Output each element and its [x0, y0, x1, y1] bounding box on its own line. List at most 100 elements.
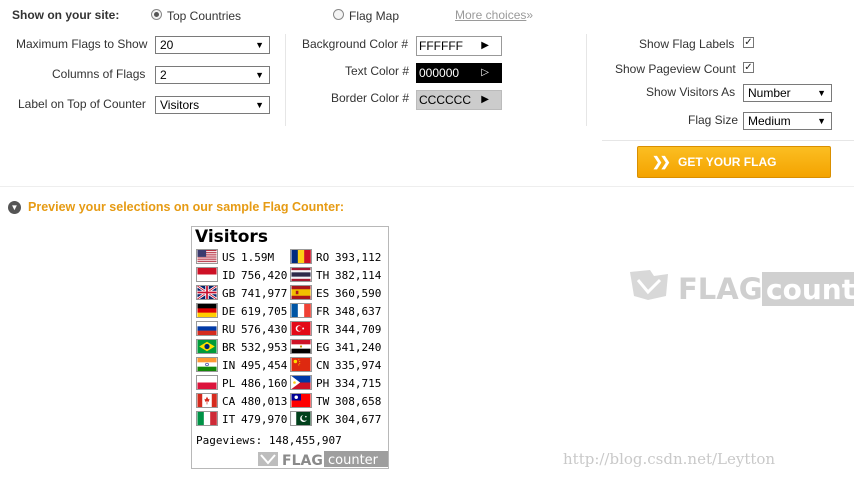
play-arrow-icon[interactable]: ▶	[481, 91, 489, 109]
text-color-input[interactable]: 000000 ▷	[416, 63, 502, 83]
country-code: TR	[316, 323, 330, 336]
country-row: IT 479,970	[196, 411, 291, 429]
preview-title: Preview your selections on our sample Fl…	[28, 200, 345, 214]
svg-text:counter: counter	[328, 453, 379, 467]
fr-flag-icon	[290, 303, 312, 318]
widget-title: Visitors	[195, 227, 268, 247]
es-flag-icon	[290, 285, 312, 300]
country-code: GB	[222, 287, 236, 300]
border-color-label: Border Color #	[331, 91, 410, 105]
border-color-input[interactable]: CCCCCC ▶	[416, 90, 502, 110]
column-divider	[285, 34, 286, 126]
country-row: TW 308,658	[290, 393, 385, 411]
country-count: 1.59M	[241, 251, 275, 264]
tw-flag-icon	[290, 393, 312, 408]
radio-flag-map-label[interactable]: Flag Map	[349, 9, 399, 23]
country-row: DE 619,705	[196, 303, 291, 321]
play-arrow-icon[interactable]: ▷	[481, 64, 489, 82]
show-on-site-label: Show on your site:	[12, 8, 120, 22]
country-code: CA	[222, 395, 236, 408]
ru-flag-icon	[196, 321, 218, 336]
country-count: 304,677	[335, 413, 382, 426]
id-flag-icon	[196, 267, 218, 282]
country-code: BR	[222, 341, 236, 354]
country-row: ID 756,420	[196, 267, 291, 285]
country-row: GB 741,977	[196, 285, 291, 303]
country-code: RU	[222, 323, 236, 336]
country-code: TH	[316, 269, 330, 282]
columns-select[interactable]: 2 ▼	[155, 66, 270, 84]
bg-color-label: Background Color #	[302, 37, 409, 51]
radio-top-countries-label[interactable]: Top Countries	[167, 9, 241, 23]
de-flag-icon	[196, 303, 218, 318]
flag-counter-watermark-logo: FLAG counte	[630, 270, 854, 306]
country-row: CA 480,013	[196, 393, 291, 411]
it-flag-icon	[196, 411, 218, 426]
chevron-down-icon: ▼	[255, 70, 264, 80]
radio-top-countries[interactable]	[151, 9, 162, 20]
country-row: RU 576,430	[196, 321, 291, 339]
bg-color-input[interactable]: FFFFFF ▶	[416, 36, 502, 56]
cn-flag-icon	[290, 357, 312, 372]
country-row: PK 304,677	[290, 411, 385, 429]
chevron-down-circle-icon[interactable]: ▼	[8, 201, 21, 214]
flag-size-select[interactable]: Medium ▼	[743, 112, 832, 130]
country-count: 741,977	[241, 287, 288, 300]
country-count: 532,953	[241, 341, 288, 354]
max-flags-select[interactable]: 20 ▼	[155, 36, 270, 54]
country-row: BR 532,953	[196, 339, 291, 357]
show-pageview-count-label: Show Pageview Count	[615, 62, 736, 76]
country-code: US	[222, 251, 236, 264]
country-row: PL 486,160	[196, 375, 291, 393]
ro-flag-icon	[290, 249, 312, 264]
country-count: 334,715	[335, 377, 382, 390]
show-flag-labels-checkbox[interactable]: ✓	[743, 37, 754, 48]
country-code: ID	[222, 269, 236, 282]
country-code: FR	[316, 305, 330, 318]
country-code: DE	[222, 305, 236, 318]
pl-flag-icon	[196, 375, 218, 390]
country-count: 480,013	[241, 395, 288, 408]
divider	[602, 140, 854, 141]
chevron-down-icon: ▼	[817, 88, 826, 98]
country-code: PK	[316, 413, 330, 426]
country-count: 486,160	[241, 377, 288, 390]
more-choices-link[interactable]: More choices»	[455, 8, 533, 22]
country-code: PL	[222, 377, 236, 390]
max-flags-label: Maximum Flags to Show	[16, 37, 148, 51]
country-code: IT	[222, 413, 236, 426]
get-flag-counter-button[interactable]: ❯❯ GET YOUR FLAG COUNTER	[637, 146, 831, 199]
country-code: EG	[316, 341, 330, 354]
show-visitors-as-label: Show Visitors As	[646, 85, 736, 99]
country-row: PH 334,715	[290, 375, 385, 393]
columns-label: Columns of Flags	[52, 67, 146, 81]
country-count: 348,637	[335, 305, 382, 318]
label-top-select[interactable]: Visitors ▼	[155, 96, 270, 114]
country-row: CN 335,974	[290, 357, 385, 375]
country-count: 360,590	[335, 287, 382, 300]
country-row: ES 360,590	[290, 285, 385, 303]
country-row: IN 495,454	[196, 357, 291, 375]
svg-text:counte: counte	[766, 273, 854, 306]
country-count: 479,970	[241, 413, 288, 426]
country-count: 393,112	[335, 251, 382, 264]
country-row: TR 344,709	[290, 321, 385, 339]
tr-flag-icon	[290, 321, 312, 336]
show-visitors-as-select[interactable]: Number ▼	[743, 84, 832, 102]
play-arrow-icon[interactable]: ▶	[481, 37, 489, 55]
country-code: ES	[316, 287, 330, 300]
pageviews-line: Pageviews: 148,455,907	[196, 434, 342, 447]
radio-flag-map[interactable]	[333, 9, 344, 20]
country-count: 341,240	[335, 341, 382, 354]
svg-text:FLAG: FLAG	[282, 453, 323, 467]
eg-flag-icon	[290, 339, 312, 354]
show-pageview-count-checkbox[interactable]: ✓	[743, 62, 754, 73]
country-code: IN	[222, 359, 236, 372]
country-count: 495,454	[241, 359, 288, 372]
blog-watermark: http://blog.csdn.net/Leytton	[563, 450, 776, 468]
section-divider	[0, 186, 854, 187]
text-color-label: Text Color #	[345, 64, 410, 78]
pk-flag-icon	[290, 411, 312, 426]
country-count: 335,974	[335, 359, 382, 372]
country-code: PH	[316, 377, 330, 390]
